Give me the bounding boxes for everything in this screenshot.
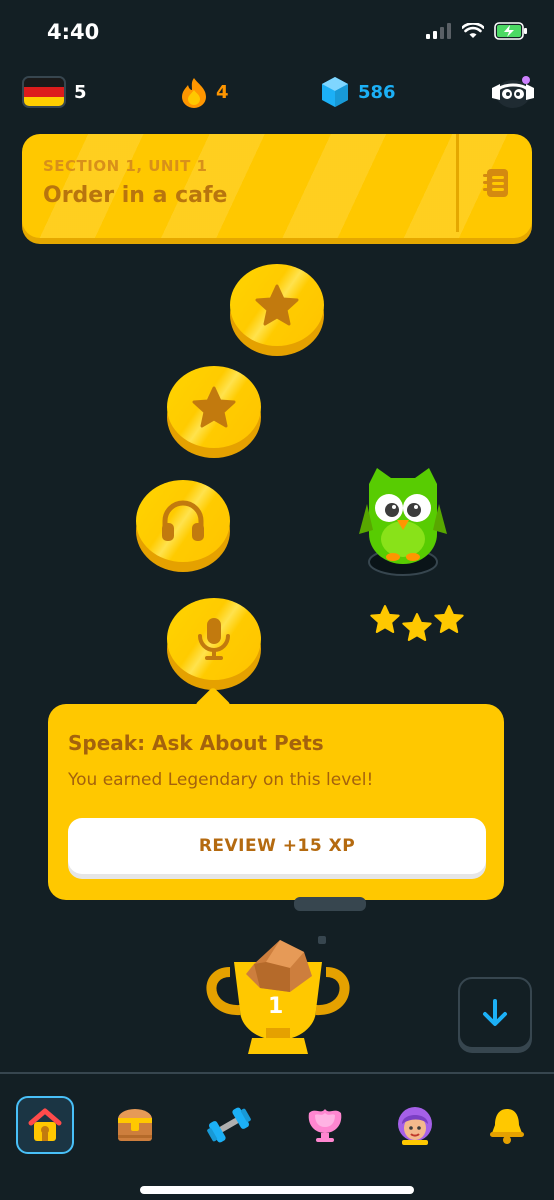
nav-quests[interactable] <box>106 1096 164 1154</box>
arrow-down-icon <box>483 999 507 1026</box>
language-selector[interactable]: 5 <box>22 76 87 108</box>
battery-charging-icon <box>494 22 527 40</box>
lesson-node-star-2[interactable] <box>167 366 261 458</box>
nav-notifications[interactable] <box>478 1096 536 1154</box>
top-stats-bar: 5 4 586 <box>0 76 554 120</box>
profile-icon <box>398 1107 432 1145</box>
unit-section-label: SECTION 1, UNIT 1 <box>43 157 208 175</box>
signal-icon <box>426 23 451 39</box>
headphones-icon <box>162 500 204 541</box>
microphone-icon <box>198 618 230 660</box>
unit-trophy[interactable]: 1 <box>200 932 356 1060</box>
gem-icon <box>322 77 348 107</box>
lesson-popup: Speak: Ask About Pets You earned Legenda… <box>48 704 504 900</box>
nav-profile[interactable] <box>386 1096 444 1154</box>
star-icon <box>255 284 299 326</box>
status-bar: 4:40 <box>0 0 554 66</box>
german-flag-icon <box>22 76 66 108</box>
shield-icon <box>308 1109 342 1142</box>
gems-counter[interactable]: 586 <box>320 76 396 108</box>
notebook-icon <box>482 169 508 197</box>
gems-count: 586 <box>358 81 396 103</box>
bell-icon <box>490 1109 524 1144</box>
flame-icon <box>182 78 206 108</box>
streak-counter[interactable]: 4 <box>180 76 229 108</box>
home-indicator <box>140 1186 414 1194</box>
treasure-chest-icon <box>118 1109 152 1141</box>
unit-banner[interactable]: SECTION 1, UNIT 1 Order in a cafe <box>22 134 532 238</box>
popup-subtitle: You earned Legendary on this level! <box>68 770 374 790</box>
nav-leagues[interactable] <box>296 1096 354 1154</box>
unit-title: Order in a cafe <box>43 183 228 208</box>
legendary-stars <box>370 604 464 642</box>
star-icon <box>370 605 400 633</box>
guidebook-button[interactable] <box>459 134 532 232</box>
wifi-icon <box>462 23 484 38</box>
lesson-node-listening[interactable] <box>136 480 230 572</box>
popup-title: Speak: Ask About Pets <box>68 731 324 755</box>
lesson-node-star-1[interactable] <box>230 264 324 356</box>
status-icons <box>426 22 528 40</box>
duo-owl-mascot <box>357 464 449 576</box>
language-count: 5 <box>74 81 87 103</box>
trophy-label: 1 <box>268 994 284 1019</box>
nav-practice[interactable] <box>200 1096 258 1154</box>
owl-icon <box>359 468 447 576</box>
bottom-nav <box>0 1072 554 1200</box>
scroll-down-button[interactable] <box>458 977 532 1049</box>
lesson-node-speaking[interactable] <box>167 598 261 690</box>
star-icon <box>402 613 432 641</box>
dumbbell-icon <box>207 1107 251 1143</box>
super-owl-icon <box>492 76 534 108</box>
home-icon <box>28 1108 62 1141</box>
review-button[interactable]: REVIEW +15 XP <box>68 818 486 874</box>
star-icon <box>192 386 236 428</box>
super-duolingo-button[interactable] <box>490 72 536 112</box>
status-time: 4:40 <box>47 20 100 44</box>
star-icon <box>434 605 464 633</box>
path-node-shadow <box>294 897 366 911</box>
nav-home[interactable] <box>16 1096 74 1154</box>
streak-count: 4 <box>216 81 229 103</box>
